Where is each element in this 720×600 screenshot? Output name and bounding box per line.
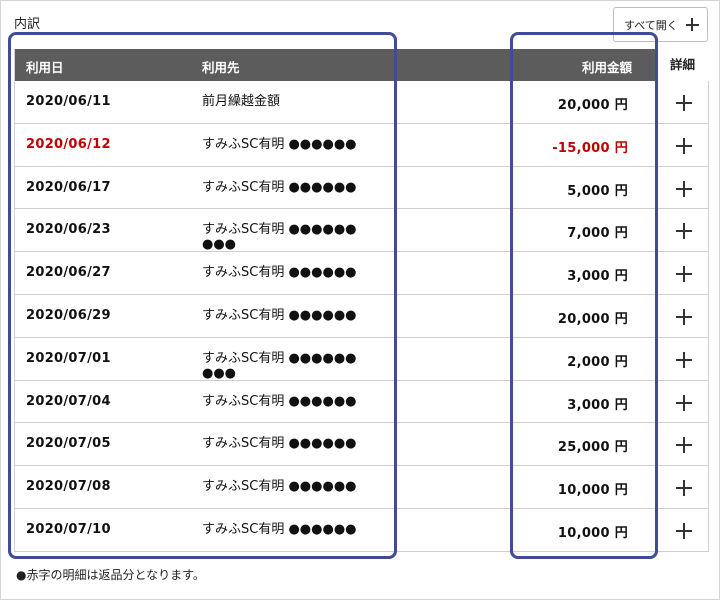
plus-icon bbox=[676, 180, 692, 197]
row-date: 2020/06/29 bbox=[26, 307, 111, 323]
table-row: 2020/06/27 すみふSC有明 ●●●●●● 3,000 円 bbox=[15, 252, 708, 295]
row-amount: 3,000 円 bbox=[567, 397, 628, 413]
row-date: 2020/06/12 bbox=[26, 136, 111, 152]
row-amount: 10,000 円 bbox=[557, 525, 628, 541]
plus-icon bbox=[676, 437, 692, 454]
row-merchant: すみふSC有明 ●●●●●● bbox=[202, 265, 357, 281]
row-date: 2020/07/04 bbox=[26, 393, 111, 409]
row-amount: 20,000 円 bbox=[557, 311, 628, 327]
plus-icon bbox=[676, 351, 692, 368]
expand-all-label: すべて開く bbox=[624, 18, 678, 32]
row-date: 2020/06/17 bbox=[26, 179, 111, 195]
breakdown-panel: 内訳 すべて開く 利用日 利用先 利用金額 詳細 2020/06/11 前月繰越金… bbox=[0, 0, 720, 600]
row-amount: -15,000 円 bbox=[552, 140, 628, 156]
row-detail-button[interactable] bbox=[655, 81, 709, 123]
row-merchant: すみふSC有明 ●●●●●● ●●● bbox=[202, 350, 357, 381]
row-amount: 10,000 円 bbox=[557, 483, 628, 499]
plus-icon bbox=[676, 223, 692, 240]
header-merchant: 利用先 bbox=[202, 60, 240, 75]
table-row: 2020/06/29 すみふSC有明 ●●●●●● 20,000 円 bbox=[15, 294, 709, 338]
table-row: 2020/07/05 すみふSC有明 ●●●●●● 25,000 円 bbox=[15, 423, 709, 467]
row-amount: 7,000 円 bbox=[567, 226, 628, 242]
row-detail-button[interactable] bbox=[655, 166, 709, 209]
row-date: 2020/06/27 bbox=[26, 265, 111, 281]
table-row: 2020/07/04 すみふSC有明 ●●●●●● 3,000 円 bbox=[15, 380, 709, 424]
plus-icon bbox=[676, 308, 692, 325]
row-merchant: すみふSC有明 ●●●●●● bbox=[202, 393, 357, 409]
plus-icon bbox=[676, 522, 692, 539]
section-title: 内訳 bbox=[14, 17, 41, 32]
row-date: 2020/06/23 bbox=[26, 222, 111, 238]
row-merchant: 前月繰越金額 bbox=[202, 94, 281, 109]
row-amount: 25,000 円 bbox=[557, 440, 628, 456]
row-merchant: すみふSC有明 ●●●●●● bbox=[202, 179, 357, 195]
row-merchant: すみふSC有明 ●●●●●● bbox=[202, 479, 357, 495]
row-amount: 20,000 円 bbox=[557, 98, 628, 113]
row-merchant: すみふSC有明 ●●●●●● ●●● bbox=[202, 222, 357, 253]
header-amount: 利用金額 bbox=[581, 60, 632, 75]
table-row: 2020/07/08 すみふSC有明 ●●●●●● 10,000 円 bbox=[15, 466, 708, 509]
row-amount: 5,000 円 bbox=[567, 183, 628, 199]
table-row: 2020/07/10 すみふSC有明 ●●●●●● 10,000 円 bbox=[15, 508, 709, 552]
table-row: 2020/07/01 すみふSC有明 ●●●●●● ●●● 2,000 円 bbox=[15, 337, 709, 381]
plus-icon bbox=[676, 266, 692, 283]
row-detail-button[interactable] bbox=[655, 252, 709, 294]
table-header: 利用日 利用先 利用金額 詳細 bbox=[15, 49, 709, 81]
row-merchant: すみふSC有明 ●●●●●● bbox=[202, 307, 357, 323]
plus-icon bbox=[676, 95, 692, 111]
row-detail-button[interactable] bbox=[655, 209, 709, 252]
table-row: 2020/06/17 すみふSC有明 ●●●●●● 5,000 円 bbox=[15, 166, 709, 210]
row-detail-button[interactable] bbox=[655, 508, 709, 551]
row-detail-button[interactable] bbox=[655, 294, 709, 337]
row-detail-button[interactable] bbox=[655, 380, 709, 423]
row-amount: 3,000 円 bbox=[567, 269, 628, 285]
row-date: 2020/06/11 bbox=[26, 94, 111, 109]
row-detail-button[interactable] bbox=[655, 123, 709, 166]
row-date: 2020/07/10 bbox=[26, 521, 111, 537]
row-date: 2020/07/08 bbox=[26, 479, 111, 495]
table-body: 2020/06/11 前月繰越金額 20,000 円 2020/06/12 すみふSC有… bbox=[15, 81, 708, 552]
header-date: 利用日 bbox=[26, 60, 64, 75]
row-merchant: すみふSC有明 ●●●●●● bbox=[202, 521, 357, 537]
header-detail: 詳細 bbox=[655, 49, 709, 81]
footnote: ●赤字の明細は返品分となります。 bbox=[16, 568, 205, 582]
plus-icon bbox=[676, 480, 692, 497]
plus-icon bbox=[676, 137, 692, 154]
table-row: 2020/06/12 すみふSC有明 ●●●●●● -15,000 円 bbox=[15, 123, 709, 167]
row-merchant: すみふSC有明 ●●●●●● bbox=[202, 136, 357, 152]
row-date: 2020/07/05 bbox=[26, 436, 111, 452]
row-detail-button[interactable] bbox=[655, 466, 709, 508]
table-row: 2020/06/11 前月繰越金額 20,000 円 bbox=[15, 81, 708, 124]
breakdown-table: 利用日 利用先 利用金額 詳細 2020/06/11 前月繰越金額 20,000 円… bbox=[14, 49, 709, 552]
plus-icon bbox=[685, 18, 699, 31]
plus-icon bbox=[676, 394, 692, 411]
expand-all-button[interactable]: すべて開く bbox=[613, 7, 708, 42]
table-row: 2020/06/23 すみふSC有明 ●●●●●● ●●● 7,000 円 bbox=[15, 209, 708, 252]
row-merchant: すみふSC有明 ●●●●●● bbox=[202, 436, 357, 452]
row-amount: 2,000 円 bbox=[567, 354, 628, 370]
row-detail-button[interactable] bbox=[655, 423, 709, 466]
row-detail-button[interactable] bbox=[655, 337, 709, 380]
row-date: 2020/07/01 bbox=[26, 350, 111, 366]
